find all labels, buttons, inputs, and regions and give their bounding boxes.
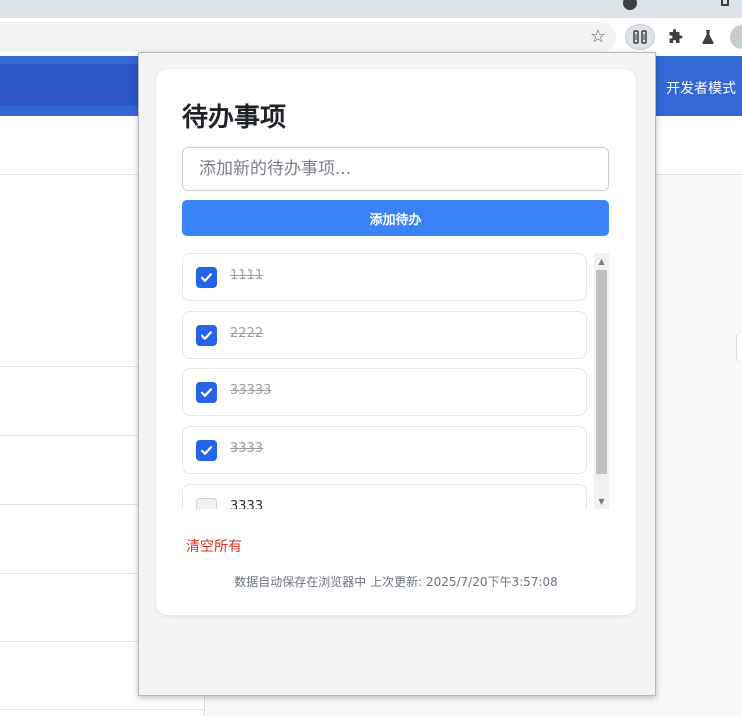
scroll-up-icon[interactable]: ▲ [594, 253, 609, 269]
todo-text: 3333 [230, 499, 264, 509]
address-bar[interactable] [0, 22, 616, 52]
clear-all-link[interactable]: 清空所有 [186, 536, 242, 556]
avatar[interactable] [730, 25, 742, 49]
star-icon[interactable]: ☆ [585, 24, 611, 50]
browser-toolbar: ☆ [0, 18, 742, 56]
header-left-bar [0, 64, 140, 106]
page-scroll-knob[interactable] [736, 330, 742, 364]
todo-checkbox[interactable] [196, 498, 217, 509]
todo-item[interactable]: 33333 [182, 368, 587, 416]
scroll-thumb[interactable] [596, 270, 607, 474]
check-icon [200, 273, 213, 282]
todo-item[interactable]: 3333 [182, 484, 587, 509]
todo-text: 1111 [230, 268, 264, 283]
check-icon [200, 331, 213, 340]
todo-card: 待办事项 添加待办 1111 2222 33333 3333 [156, 69, 636, 615]
todo-item[interactable]: 2222 [182, 311, 587, 359]
puzzle-icon[interactable] [662, 24, 688, 50]
check-icon [200, 388, 213, 397]
flask-icon[interactable] [695, 24, 721, 50]
extension-popup: 待办事项 添加待办 1111 2222 33333 3333 [138, 52, 656, 696]
todo-text: 2222 [230, 326, 264, 341]
autosave-footer: 数据自动保存在浏览器中 上次更新: 2025/7/20下午3:57:08 [234, 575, 558, 589]
window-circle-icon [623, 0, 637, 10]
todo-checkbox[interactable] [196, 325, 217, 346]
popup-title: 待办事项 [182, 103, 287, 133]
new-todo-input[interactable] [182, 147, 609, 191]
tab-strip [0, 0, 742, 18]
todo-item[interactable]: 1111 [182, 253, 587, 301]
sidebar-divider [0, 709, 205, 710]
developer-mode-label[interactable]: 开发者模式 [666, 78, 736, 98]
todo-list-container: 1111 2222 33333 3333 3333 ▲ ▼ [182, 253, 609, 509]
window-square-icon [721, 0, 729, 6]
todo-list-scrollbar[interactable]: ▲ ▼ [594, 253, 609, 509]
todo-checkbox[interactable] [196, 382, 217, 403]
todo-checkbox[interactable] [196, 267, 217, 288]
todo-item[interactable]: 3333 [182, 426, 587, 474]
todo-checkbox[interactable] [196, 440, 217, 461]
todo-text: 3333 [230, 441, 264, 456]
extension-active-icon[interactable] [625, 24, 655, 50]
scroll-down-icon[interactable]: ▼ [594, 493, 609, 509]
todo-text: 33333 [230, 383, 272, 398]
check-icon [200, 446, 213, 455]
add-todo-button[interactable]: 添加待办 [182, 200, 609, 236]
